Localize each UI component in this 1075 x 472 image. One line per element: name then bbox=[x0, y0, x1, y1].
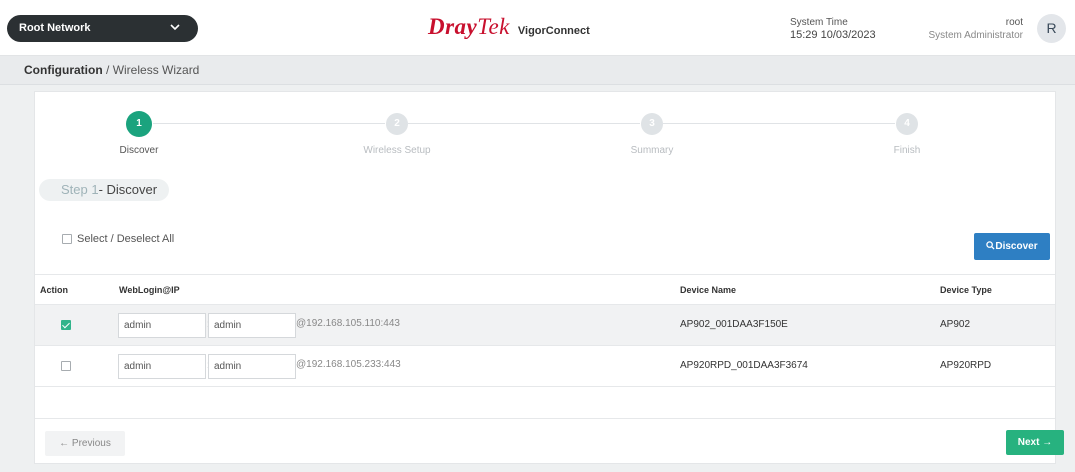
table-header: Action WebLogin@IP Device Name Device Ty… bbox=[35, 274, 1055, 305]
breadcrumb: Configuration / Wireless Wizard bbox=[0, 56, 1075, 85]
previous-button[interactable]: ← Previous bbox=[45, 431, 125, 456]
column-header-device-name: Device Name bbox=[680, 285, 737, 295]
draytek-logo: DrayTek bbox=[428, 14, 510, 39]
breadcrumb-root[interactable]: Configuration bbox=[24, 63, 103, 77]
username-field[interactable]: admin bbox=[118, 354, 206, 379]
step-title: Step 1- Discover bbox=[39, 179, 170, 201]
step-2-indicator: 2 bbox=[386, 113, 408, 135]
step-4-label: Finish bbox=[893, 145, 921, 156]
username-field[interactable]: admin bbox=[118, 313, 206, 338]
footer-divider bbox=[35, 418, 1055, 419]
product-name: VigorConnect bbox=[517, 25, 590, 37]
device-ip: @192.168.105.110:443 bbox=[296, 318, 400, 329]
step-1-indicator: 1 bbox=[126, 111, 152, 137]
column-header-device-type: Device Type bbox=[940, 285, 992, 295]
network-selector[interactable]: Root Network bbox=[7, 15, 198, 42]
table-row[interactable]: admin : admin @192.168.105.233:443 AP920… bbox=[35, 346, 1055, 387]
network-selector-label: Root Network bbox=[19, 22, 91, 34]
stepper-connector bbox=[663, 123, 895, 124]
select-all-label: Select / Deselect All bbox=[77, 233, 175, 245]
breadcrumb-current: Wireless Wizard bbox=[112, 63, 200, 77]
select-all-checkbox[interactable] bbox=[62, 234, 72, 244]
avatar[interactable]: R bbox=[1037, 14, 1066, 43]
step-4-indicator: 4 bbox=[896, 113, 918, 135]
device-type: AP902 bbox=[940, 319, 971, 330]
password-field[interactable]: admin bbox=[208, 313, 296, 338]
device-ip: @192.168.105.233:443 bbox=[296, 359, 401, 370]
select-all-toggle[interactable]: Select / Deselect All bbox=[62, 233, 174, 245]
password-field[interactable]: admin bbox=[208, 354, 296, 379]
step-3-label: Summary bbox=[630, 145, 674, 156]
step-2-label: Wireless Setup bbox=[363, 145, 431, 156]
brand: DrayTek VigorConnect bbox=[428, 14, 590, 42]
next-button[interactable]: Next → bbox=[1006, 430, 1064, 455]
system-time: System Time 15:29 10/03/2023 bbox=[790, 16, 880, 42]
stepper-connector bbox=[408, 123, 640, 124]
discover-button[interactable]: Discover bbox=[974, 233, 1050, 260]
column-header-weblogin: WebLogin@IP bbox=[119, 285, 180, 295]
stepper-connector bbox=[153, 123, 385, 124]
user-role: System Administrator bbox=[928, 30, 1023, 41]
breadcrumb-separator: / bbox=[106, 63, 110, 77]
user-info: root System Administrator bbox=[929, 16, 1023, 42]
system-time-value: 15:29 10/03/2023 bbox=[790, 29, 876, 41]
table-row[interactable]: admin : admin @192.168.105.110:443 AP902… bbox=[35, 305, 1055, 346]
step-3-indicator: 3 bbox=[641, 113, 663, 135]
step-1-label: Discover bbox=[119, 145, 159, 156]
user-name: root bbox=[1005, 17, 1023, 28]
device-name: AP902_001DAA3F150E bbox=[680, 319, 788, 330]
chevron-down-icon bbox=[170, 24, 180, 31]
device-name: AP920RPD_001DAA3F3674 bbox=[680, 360, 808, 371]
top-header: Root Network DrayTek VigorConnect System… bbox=[0, 0, 1075, 56]
wizard-panel: 1 2 3 4 Discover Wireless Setup Summary … bbox=[34, 91, 1056, 464]
column-header-action: Action bbox=[40, 285, 68, 295]
step-title-number: Step 1 bbox=[61, 182, 99, 197]
discover-button-label: Discover bbox=[995, 241, 1038, 252]
system-time-label: System Time bbox=[790, 17, 848, 28]
step-title-text: - Discover bbox=[98, 182, 158, 197]
row-checkbox[interactable] bbox=[61, 320, 71, 330]
row-checkbox[interactable] bbox=[61, 361, 71, 371]
device-type: AP920RPD bbox=[940, 360, 992, 371]
